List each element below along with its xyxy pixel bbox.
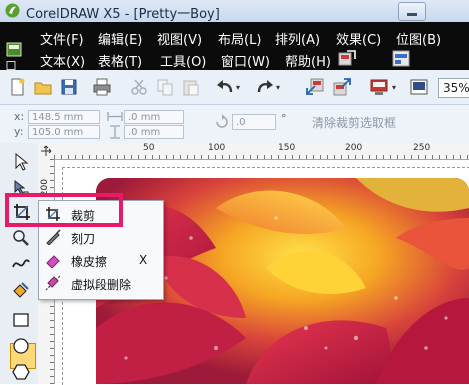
flyout-item-virtual-segment-delete[interactable]: 虚拟段删除 — [39, 272, 163, 294]
y-position-field[interactable]: 105.0 mm — [28, 125, 100, 139]
menu-effects[interactable]: 效果(C) — [336, 29, 381, 48]
ruler-tick-label: 50 — [143, 143, 155, 153]
menu-tools[interactable]: 工具(O) — [160, 51, 206, 70]
x-label: x: — [14, 110, 25, 123]
height-icon — [110, 125, 120, 139]
clear-crop-marquee-button[interactable]: 清除裁剪选取框 — [312, 114, 396, 131]
paste-icon[interactable] — [182, 78, 200, 96]
minimize-button[interactable] — [398, 2, 426, 21]
menu-edit[interactable]: 编辑(E) — [98, 29, 142, 48]
ruler-tick-label: 100 — [208, 143, 226, 153]
title-bar: CorelDRAW X5 - [Pretty一Boy] — [0, 0, 469, 23]
pick-tool-icon[interactable] — [12, 153, 30, 171]
application-launcher-icon[interactable] — [370, 78, 388, 96]
menu-view[interactable]: 视图(V) — [157, 29, 202, 48]
print-icon[interactable] — [93, 78, 111, 96]
horizontal-ruler[interactable]: 50 100 150 200 250 — [38, 143, 469, 160]
ruler-tick-label: 150 — [278, 143, 296, 153]
menu-text[interactable]: 文本(X) — [40, 51, 85, 70]
welcome-screen-icon[interactable] — [410, 78, 428, 96]
virtual-segment-delete-icon — [45, 275, 61, 291]
toolbox — [0, 143, 39, 384]
menu-file[interactable]: 文件(F) — [40, 29, 84, 48]
zoom-tool-icon[interactable] — [12, 229, 30, 247]
menu-window[interactable]: 窗口(W) — [221, 51, 270, 70]
flyout-item-label: 刻刀 — [71, 232, 96, 246]
width-field[interactable]: .0 mm — [124, 110, 184, 124]
document-icon[interactable] — [6, 42, 22, 57]
freehand-tool-icon[interactable] — [12, 255, 30, 273]
flyout-item-shortcut: X — [139, 253, 148, 267]
x-position-field[interactable]: 148.5 mm — [28, 110, 100, 124]
flyout-item-label: 虚拟段删除 — [71, 278, 132, 292]
launcher-dropdown-icon[interactable]: ▾ — [392, 83, 396, 92]
ruler-origin-icon[interactable] — [38, 143, 54, 159]
export-toolbar-icon[interactable] — [333, 78, 351, 96]
menu-help[interactable]: 帮助(H) — [285, 51, 331, 70]
menu-bar: 文件(F) 编辑(E) 视图(V) 布局(L) 排列(A) 效果(C) 位图(B… — [0, 22, 469, 70]
coreldraw-logo-icon — [5, 3, 20, 18]
rotation-icon — [216, 114, 228, 128]
undo-icon[interactable] — [216, 78, 234, 96]
window-manager-icon[interactable] — [392, 50, 410, 67]
open-folder-icon[interactable] — [34, 78, 52, 96]
width-icon — [107, 112, 123, 121]
ellipse-tool-icon[interactable] — [12, 337, 30, 355]
flyout-item-label: 橡皮擦 — [71, 255, 108, 269]
rotation-angle-field[interactable]: .0 — [232, 114, 276, 130]
redo-dropdown-icon[interactable]: ▾ — [276, 83, 280, 92]
y-label: y: — [14, 125, 24, 138]
knife-icon — [46, 229, 61, 245]
ruler-tick-label: 200 — [345, 143, 363, 153]
new-document-icon[interactable] — [8, 78, 26, 96]
flyout-item-knife[interactable]: 刻刀 — [39, 226, 163, 248]
eraser-icon — [46, 255, 60, 268]
polygon-tool-icon[interactable] — [12, 363, 30, 381]
window-title: CorelDRAW X5 - [Pretty一Boy] — [26, 7, 220, 22]
menu-table[interactable]: 表格(T) — [98, 51, 142, 70]
smart-fill-tool-icon[interactable] — [12, 281, 30, 299]
undo-dropdown-icon[interactable]: ▾ — [236, 83, 240, 92]
zoom-level-field[interactable]: 35% — [438, 78, 469, 98]
degree-symbol: ° — [281, 112, 287, 125]
ruler-tick-label: 250 — [413, 143, 431, 153]
menu-arrange[interactable]: 排列(A) — [275, 29, 320, 48]
copy-icon[interactable] — [156, 78, 174, 96]
standard-toolbar: ▾ ▾ ▾ 35% — [0, 70, 469, 105]
rectangle-tool-icon[interactable] — [12, 311, 30, 329]
cut-icon[interactable] — [130, 78, 148, 96]
zoom-level-value: 35% — [443, 81, 469, 95]
ruler-ticks — [54, 155, 469, 159]
highlight-annotation-frame — [5, 193, 123, 227]
import-icon[interactable] — [306, 78, 324, 96]
redo-icon[interactable] — [256, 78, 274, 96]
save-icon[interactable] — [60, 78, 78, 96]
height-field[interactable]: .0 mm — [124, 125, 184, 139]
menu-bitmaps[interactable]: 位图(B) — [396, 29, 441, 48]
export-icon[interactable] — [338, 50, 356, 67]
menu-layout[interactable]: 布局(L) — [218, 29, 261, 48]
flyout-item-eraser[interactable]: 橡皮擦 X — [39, 249, 163, 271]
